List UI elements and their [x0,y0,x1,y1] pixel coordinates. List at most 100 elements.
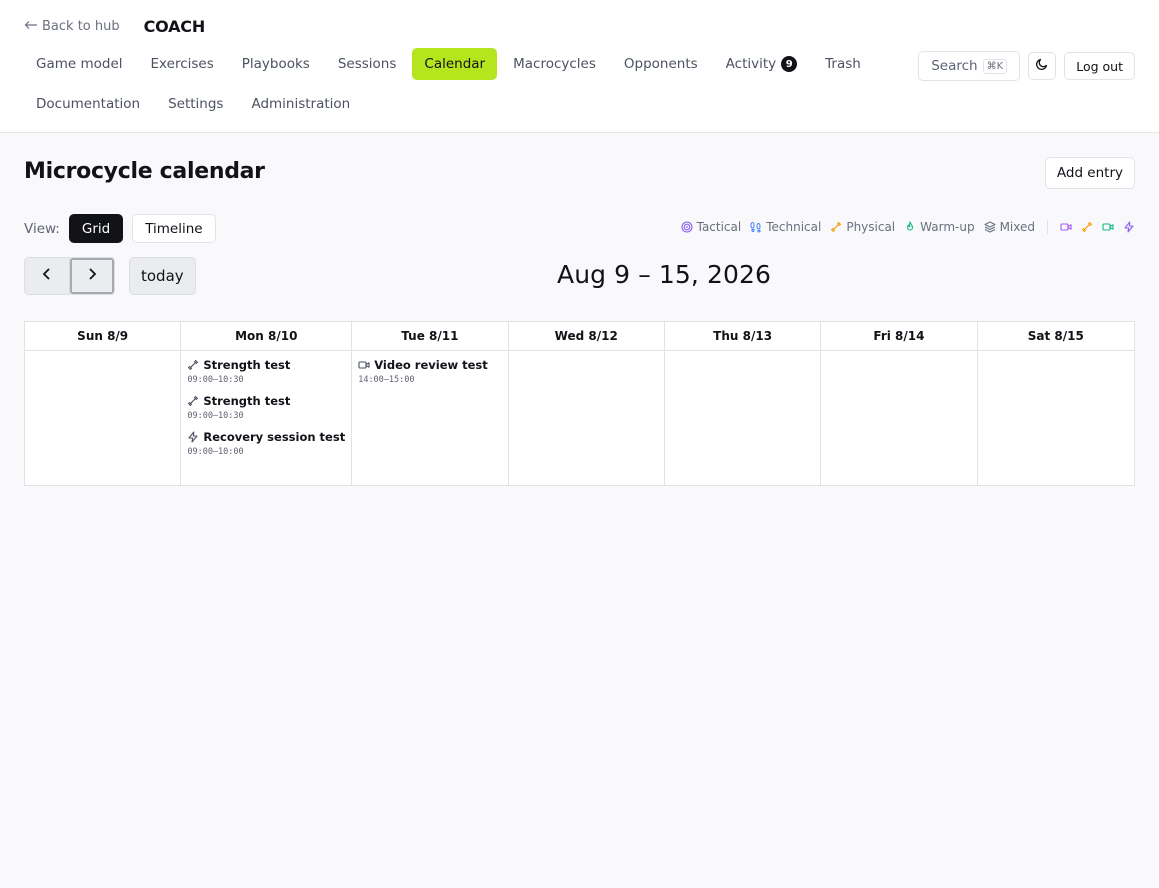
video-icon [1060,221,1072,233]
legend-item-tactical: Tactical [681,220,742,234]
layers-icon [984,221,996,233]
nav-item-documentation[interactable]: Documentation [24,88,152,120]
event-time: 09:00–10:30 [187,411,244,421]
nav-item-macrocycles[interactable]: Macrocycles [501,48,608,80]
event-title: Strength test [203,358,291,372]
event-title-row: Video review test [358,358,501,372]
day-cell[interactable] [821,351,978,485]
flame-icon [904,221,916,233]
main-content: Microcycle calendar Add entry View: Grid… [0,133,1159,888]
legend-item-technical: Technical [750,220,821,234]
nav-item-administration[interactable]: Administration [239,88,362,120]
video-icon [1102,221,1114,233]
add-entry-button[interactable]: Add entry [1044,157,1135,189]
day-header: Fri 8/14 [821,322,978,351]
calendar-event[interactable]: Strength test 09:00–10:30 [187,358,345,385]
legend-label: Warm-up [920,220,975,234]
nav-item-label: Game model [36,56,123,72]
zap-icon [187,431,199,443]
legend-label: Physical [846,220,896,234]
search-button[interactable]: Search ⌘K [918,51,1021,81]
view-grid-button[interactable]: Grid [68,214,124,243]
event-title: Strength test [203,394,291,408]
nav-item-label: Opponents [623,56,698,72]
chevron-left-icon [41,267,53,285]
calendar-event[interactable]: Strength test 09:00–10:30 [187,394,345,421]
search-shortcut: ⌘K [982,58,1008,74]
nav-item-calendar[interactable]: Calendar [412,48,498,80]
nav-item-label: Activity [725,56,777,72]
nav-item-opponents[interactable]: Opponents [612,48,710,80]
event-time: 09:00–10:00 [187,447,244,457]
brand-logo: COACH [143,16,206,36]
moon-icon [1035,57,1049,75]
day-cell[interactable]: Video review test 14:00–15:00 [352,351,509,485]
event-title: Video review test [374,358,488,372]
target-icon [681,221,693,233]
view-label: View: [24,220,60,237]
day-cell[interactable] [509,351,665,485]
nav-item-settings[interactable]: Settings [156,88,235,120]
event-title-row: Recovery session test [187,430,345,444]
header-tools: Search ⌘K Log out [918,51,1135,81]
next-week-button[interactable] [69,257,115,295]
dumbbell-icon [830,221,842,233]
nav-item-label: Calendar [424,56,486,72]
view-switcher: View: Grid Timeline [24,214,216,243]
day-cell[interactable]: Strength test 09:00–10:30 Strength test 09:… [181,351,353,485]
today-button[interactable]: today [129,257,196,295]
arrow-left-icon [24,19,38,34]
back-to-hub-label: Back to hub [42,18,120,34]
day-header: Wed 8/12 [508,322,665,351]
legend-label: Mixed [999,220,1035,234]
nav-item-game-model[interactable]: Game model [24,48,135,80]
nav-item-playbooks[interactable]: Playbooks [230,48,322,80]
date-range-title: Aug 9 – 15, 2026 [557,260,771,289]
nav-item-label: Settings [168,96,224,112]
nav-item-label: Exercises [150,56,214,72]
nav-item-trash[interactable]: Trash [813,48,873,80]
calendar-grid: Sun 8/9 Mon 8/10 Tue 8/11 Wed 8/12 Thu 8/13 F… [24,321,1135,486]
nav-item-activity[interactable]: Activity 9 [714,48,810,80]
search-label: Search [931,58,978,74]
dumbbell-icon [187,359,199,371]
main-nav: Game model Exercises Playbooks Sessions Cale… [24,48,904,120]
event-time: 09:00–10:30 [187,375,244,385]
nav-item-exercises[interactable]: Exercises [139,48,226,80]
back-to-hub-link[interactable]: Back to hub [24,19,120,34]
theme-toggle-button[interactable] [1028,52,1057,80]
type-legend: Tactical Technical Physical Warm-up Mixed [681,220,1135,234]
day-header: Tue 8/11 [352,322,509,351]
day-cell[interactable] [665,351,822,485]
event-time: 14:00–15:00 [358,375,415,385]
view-timeline-button[interactable]: Timeline [132,214,216,243]
legend-divider [1047,220,1048,234]
calendar-event[interactable]: Recovery session test 09:00–10:00 [187,430,345,457]
zap-icon [1123,221,1135,233]
legend-item-warm-up: Warm-up [904,220,975,234]
event-title: Recovery session test [203,430,346,444]
day-header: Sun 8/9 [25,322,182,351]
header-topline: Back to hub COACH [24,16,205,36]
legend-label: Technical [766,220,822,234]
nav-item-label: Trash [825,56,861,72]
nav-item-label: Macrocycles [513,56,596,72]
nav-item-label: Playbooks [241,56,310,72]
nav-item-sessions[interactable]: Sessions [326,48,409,80]
day-header: Mon 8/10 [181,322,353,351]
day-header: Thu 8/13 [664,322,822,351]
nav-item-label: Administration [251,96,351,112]
event-title-row: Strength test [187,394,345,408]
day-header: Sat 8/15 [977,322,1134,351]
legend-item-mixed: Mixed [984,220,1035,234]
prev-week-button[interactable] [24,257,70,295]
nav-item-label: Documentation [36,96,141,112]
day-cell[interactable] [25,351,182,485]
video-icon [358,359,370,371]
chevron-right-icon [86,267,98,285]
calendar-event[interactable]: Video review test 14:00–15:00 [358,358,501,385]
day-cell[interactable] [978,351,1134,485]
dumbbell-icon [187,395,199,407]
logout-button[interactable]: Log out [1064,52,1135,80]
legend-label: Tactical [696,220,742,234]
